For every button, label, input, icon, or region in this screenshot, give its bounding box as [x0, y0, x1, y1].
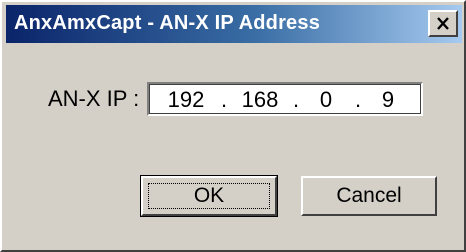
ok-button-label: OK — [193, 184, 225, 207]
dialog-window: AnxAmxCapt - AN-X IP Address AN-X IP : 1… — [0, 0, 466, 252]
ip-octet-2-input[interactable]: 168 — [237, 87, 283, 113]
close-icon — [436, 17, 450, 30]
ip-address-field[interactable]: 192 . 168 . 0 . 9 — [147, 82, 423, 116]
ip-address-label: AN-X IP : — [48, 86, 140, 111]
ip-octet-3-input[interactable]: 0 — [303, 87, 349, 113]
ip-octet-1-input[interactable]: 192 — [163, 87, 209, 113]
ip-separator: . — [292, 87, 300, 112]
cancel-button[interactable]: Cancel — [301, 176, 437, 216]
title-bar[interactable]: AnxAmxCapt - AN-X IP Address — [6, 5, 462, 43]
cancel-button-label: Cancel — [336, 184, 402, 207]
ip-separator: . — [220, 87, 228, 112]
ip-octet-4-input[interactable]: 9 — [365, 87, 411, 113]
close-button[interactable] — [428, 10, 458, 37]
window-title: AnxAmxCapt - AN-X IP Address — [14, 12, 321, 34]
ip-separator: . — [354, 87, 362, 112]
ok-button[interactable]: OK — [140, 175, 278, 217]
